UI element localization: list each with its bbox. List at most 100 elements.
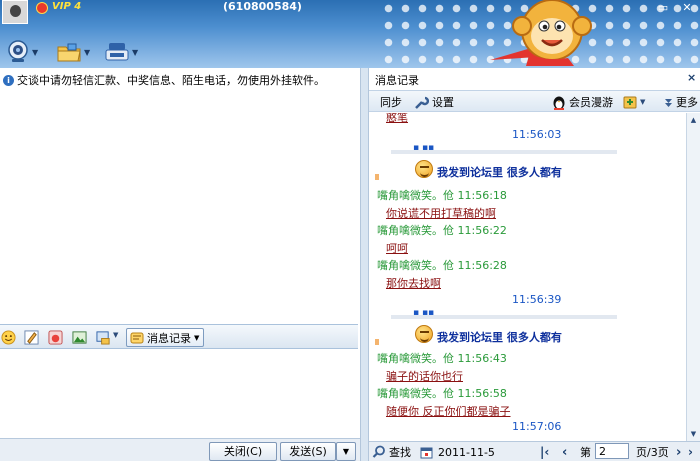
- export-button[interactable]: ▼: [623, 94, 645, 110]
- find-button[interactable]: 查找: [372, 444, 411, 460]
- chevron-down-icon: ▼: [640, 98, 646, 106]
- more-label: 更多: [676, 96, 698, 109]
- picture-message[interactable]: ▪ ▪▪ 我发到论坛里 很多人都有: [375, 308, 617, 351]
- find-label: 查找: [389, 446, 411, 459]
- scroll-up-arrow-icon[interactable]: ▲: [687, 113, 700, 127]
- message-sender: 嘴角噙微笑。伧 11:56:22: [377, 224, 507, 237]
- message-content: 憨笔: [386, 113, 408, 124]
- chevron-down-icon: ▼: [132, 47, 139, 57]
- calendar-icon: [420, 447, 433, 458]
- message-content: 随便你 反正你们都是骗子: [386, 405, 511, 418]
- sync-button[interactable]: 同步: [380, 94, 402, 110]
- message-content: 你说谎不用打草稿的啊: [386, 207, 496, 220]
- chevron-down-icon[interactable]: ▼: [113, 331, 118, 339]
- vip-icon: [36, 2, 48, 14]
- page-input[interactable]: [595, 443, 629, 459]
- smiley-face-icon: [415, 160, 433, 178]
- history-panel-title: 消息记录: [375, 74, 419, 87]
- settings-label: 设置: [432, 96, 454, 109]
- message-time: 11:56:03: [512, 128, 562, 141]
- search-icon: [372, 445, 385, 458]
- send-bar: 关闭(C) 发送(S) ▼: [0, 438, 360, 461]
- picture-corner-mark: [375, 174, 379, 180]
- message-time: 11:56:39: [512, 293, 562, 306]
- message-content: 呵呵: [386, 242, 408, 255]
- send-file-tool[interactable]: ▼: [56, 40, 90, 64]
- message-input[interactable]: [0, 350, 358, 438]
- emoticon-icon[interactable]: [1, 330, 16, 345]
- message-history-button[interactable]: 消息记录 ▼: [126, 328, 204, 347]
- security-notice-text: 交谈中请勿轻信汇款、中奖信息、陌生电话，勿使用外挂软件。: [17, 74, 325, 87]
- app-tool[interactable]: ▼: [104, 40, 138, 64]
- title-bar: VIP 4 (610800584) ▭ ✕ ▼ ▼ ▼: [0, 0, 700, 68]
- message-history-panel: 消息记录 × 同步 设置 会员漫游 ▼ 更多 憨笔 11:56:03 ▪ ▪▪ …: [369, 68, 700, 461]
- last-page-icon[interactable]: ›: [688, 444, 693, 460]
- export-icon: [623, 96, 637, 108]
- more-icon: [665, 98, 672, 107]
- history-footer: 查找 2011-11-5 |‹ ‹ 第 页/3页 › ›: [369, 441, 700, 461]
- history-icon: [130, 332, 144, 343]
- history-panel-header: 消息记录 ×: [369, 68, 700, 90]
- page-suffix: 页/3页: [636, 446, 669, 459]
- member-roaming-button[interactable]: 会员漫游: [552, 94, 613, 110]
- smiley-face-icon: [415, 325, 433, 343]
- video-call-tool[interactable]: ▼: [6, 40, 38, 64]
- folder-icon: [57, 43, 81, 62]
- send-button[interactable]: 发送(S): [280, 442, 336, 461]
- penguin-icon: [553, 96, 565, 110]
- scroll-down-arrow-icon[interactable]: ▼: [687, 427, 700, 441]
- info-icon: i: [3, 74, 14, 86]
- picture-message-text: 我发到论坛里 很多人都有: [437, 331, 562, 344]
- message-list[interactable]: 憨笔 11:56:03 ▪ ▪▪ 我发到论坛里 很多人都有 嘴角噙微笑。伧 11…: [369, 113, 686, 441]
- message-sender: 嘴角噙微笑。伧 11:56:18: [377, 189, 507, 202]
- page-number-field[interactable]: [595, 443, 629, 459]
- monkey-mascot-icon: [490, 0, 592, 66]
- settings-button[interactable]: 设置: [414, 94, 454, 110]
- first-page-icon[interactable]: |‹: [540, 444, 549, 460]
- webcam-icon: [8, 40, 28, 62]
- page-prefix: 第: [580, 446, 591, 459]
- date-picker[interactable]: 2011-11-5: [420, 444, 495, 460]
- date-label: 2011-11-5: [438, 445, 495, 459]
- restore-window-button[interactable]: ▭: [652, 0, 674, 16]
- message-time: 11:57:06: [512, 420, 562, 433]
- pane-splitter[interactable]: [360, 68, 369, 461]
- message-content: 那你去找啊: [386, 277, 441, 290]
- security-notice: i 交谈中请勿轻信汇款、中奖信息、陌生电话，勿使用外挂软件。: [3, 73, 358, 87]
- magic-face-icon[interactable]: [48, 330, 63, 345]
- picture-message[interactable]: ▪ ▪▪ 我发到论坛里 很多人都有: [375, 143, 617, 186]
- close-history-button[interactable]: ×: [687, 71, 696, 84]
- font-pen-icon[interactable]: [24, 330, 39, 345]
- picture-message-text: 我发到论坛里 很多人都有: [437, 166, 562, 179]
- close-button[interactable]: 关闭(C): [209, 442, 277, 461]
- message-sender: 嘴角噙微笑。伧 11:56:58: [377, 387, 507, 400]
- send-options-dropdown[interactable]: ▼: [336, 442, 356, 461]
- quote-marks: ▪ ▪▪: [413, 143, 435, 153]
- picture-corner-mark: [375, 339, 379, 345]
- chevron-down-icon: ▼: [84, 47, 91, 57]
- wrench-icon: [415, 96, 429, 109]
- window-title: (610800584): [223, 0, 302, 13]
- quote-marks: ▪ ▪▪: [413, 308, 435, 318]
- message-history-button-label: 消息记录: [147, 331, 191, 345]
- more-button[interactable]: 更多: [663, 94, 698, 110]
- close-window-button[interactable]: ✕: [676, 0, 698, 16]
- avatar[interactable]: [2, 0, 28, 24]
- chevron-down-icon: ▼: [32, 47, 39, 57]
- previous-page-icon[interactable]: ‹: [562, 444, 567, 460]
- member-roaming-label: 会员漫游: [569, 96, 613, 109]
- history-toolbar: 同步 设置 会员漫游 ▼ 更多: [369, 90, 700, 112]
- screenshot-icon[interactable]: [96, 330, 111, 345]
- input-toolbar: ▼ 消息记录 ▼: [0, 324, 358, 349]
- vip-label: VIP 4: [52, 1, 82, 12]
- message-content: 骗子的话你也行: [386, 370, 463, 383]
- chat-pane: i 交谈中请勿轻信汇款、中奖信息、陌生电话，勿使用外挂软件。 ▼ 消息记录 ▼ …: [0, 68, 360, 461]
- chevron-down-icon: ▼: [194, 333, 200, 342]
- apps-icon: [105, 43, 129, 61]
- image-icon[interactable]: [72, 330, 87, 345]
- message-sender: 嘴角噙微笑。伧 11:56:28: [377, 259, 507, 272]
- message-sender: 嘴角噙微笑。伧 11:56:43: [377, 352, 507, 365]
- history-scrollbar[interactable]: ▲ ▼: [686, 113, 700, 441]
- sync-label: 同步: [380, 96, 402, 109]
- next-page-icon[interactable]: ›: [676, 444, 681, 460]
